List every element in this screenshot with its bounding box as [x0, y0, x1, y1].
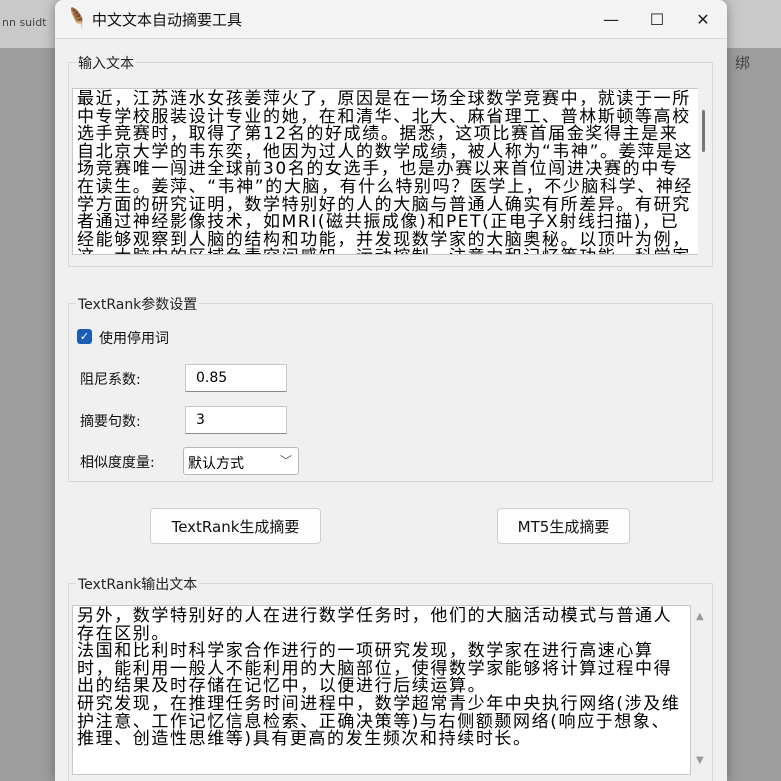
damping-label: 阻尼系数: [80, 372, 141, 388]
use-stopwords-checkbox[interactable]: ✓ [77, 329, 92, 344]
input-textarea[interactable]: 最近，江苏涟水女孩姜萍火了，原因是在一场全球数学竞赛中，就读于一所中专学校服装设… [72, 88, 699, 255]
scrollbar-thumb[interactable] [702, 110, 705, 152]
textrank-generate-button[interactable]: TextRank生成摘要 [150, 508, 321, 544]
input-frame-label: 输入文本 [76, 53, 136, 73]
params-frame-label: TextRank参数设置 [76, 294, 200, 314]
background-text: nn suidt [2, 16, 47, 29]
background-text: 绑 [735, 54, 751, 72]
damping-input[interactable]: 0.85 [185, 364, 287, 392]
similarity-select[interactable]: 默认方式 ﹀ [183, 447, 299, 475]
app-window: 🪶 中文文本自动摘要工具 — ☐ ✕ 输入文本 最近，江苏涟水女孩姜萍火了，原因… [55, 0, 727, 781]
window-title: 中文文本自动摘要工具 [92, 11, 243, 29]
minimize-button[interactable]: — [588, 0, 634, 38]
sentences-label: 摘要句数: [80, 414, 141, 430]
similarity-value: 默认方式 [188, 456, 244, 472]
title-bar: 🪶 中文文本自动摘要工具 — ☐ ✕ [55, 0, 727, 39]
feather-icon: 🪶 [64, 6, 90, 31]
sentences-input[interactable]: 3 [185, 406, 287, 434]
chevron-down-icon: ﹀ [279, 454, 292, 468]
close-button[interactable]: ✕ [680, 0, 726, 38]
similarity-label: 相似度度量: [80, 455, 155, 471]
mt5-generate-button[interactable]: MT5生成摘要 [497, 508, 630, 544]
scroll-up-icon[interactable]: ▲ [696, 611, 704, 622]
input-scrollbar[interactable] [698, 88, 711, 255]
output-scrollbar[interactable]: ▲ ▼ [691, 605, 711, 775]
maximize-button[interactable]: ☐ [634, 0, 680, 38]
output-frame-label: TextRank输出文本 [76, 574, 200, 594]
use-stopwords-label: 使用停用词 [99, 331, 169, 347]
output-textarea[interactable]: 另外，数学特别好的人在进行数学任务时，他们的大脑活动模式与普通人存在区别。 法国… [72, 605, 691, 775]
scroll-down-icon[interactable]: ▼ [696, 755, 704, 766]
